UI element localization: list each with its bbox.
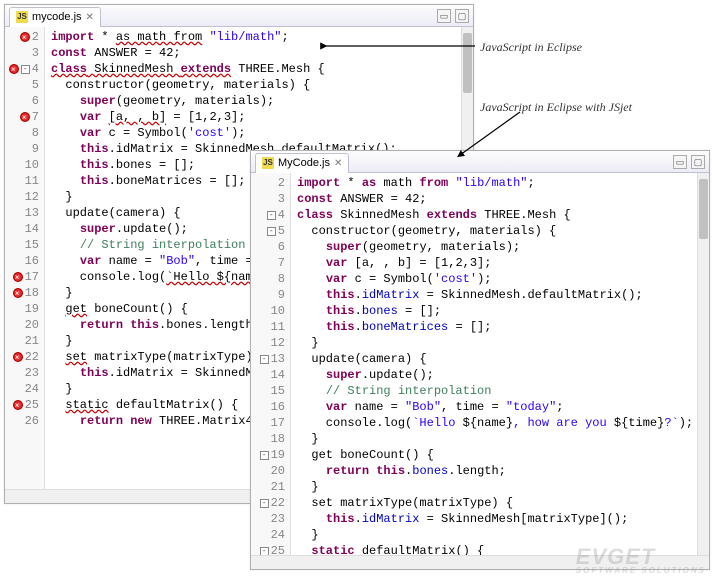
maximize-button[interactable]: ▢ <box>455 9 469 23</box>
titlebar: JS mycode.js ✕ ▭ ▢ <box>5 5 473 27</box>
fold-toggle[interactable]: - <box>267 227 276 236</box>
tab-label: mycode.js <box>32 11 82 23</box>
fold-toggle[interactable]: - <box>260 499 269 508</box>
fold-toggle[interactable]: - <box>260 451 269 460</box>
annotation-eclipse: JavaScript in Eclipse <box>480 40 582 55</box>
js-file-icon: JS <box>16 11 28 23</box>
line-gutter: 23-4567891011121314151617181920212223242… <box>5 27 45 489</box>
annotation-jsjet: JavaScript in Eclipse with JSjet <box>480 100 632 115</box>
minimize-button[interactable]: ▭ <box>673 155 687 169</box>
file-tab[interactable]: JS MyCode.js ✕ <box>255 153 349 173</box>
fold-toggle[interactable]: - <box>260 355 269 364</box>
watermark-subtext: SOFTWARE SOLUTIONS <box>576 566 706 575</box>
tab-label: MyCode.js <box>278 157 330 169</box>
close-icon[interactable]: ✕ <box>86 12 94 23</box>
watermark: EVGET SOFTWARE SOLUTIONS <box>576 544 706 575</box>
line-gutter: 23-4-56789101112-131415161718-192021-222… <box>251 173 291 555</box>
fold-toggle[interactable]: - <box>21 65 30 74</box>
titlebar: JS MyCode.js ✕ ▭ ▢ <box>251 151 709 173</box>
close-icon[interactable]: ✕ <box>334 158 342 169</box>
fold-toggle[interactable]: - <box>267 211 276 220</box>
maximize-button[interactable]: ▢ <box>691 155 705 169</box>
code-area[interactable]: 23-4-56789101112-131415161718-192021-222… <box>251 173 709 555</box>
minimize-button[interactable]: ▭ <box>437 9 451 23</box>
fold-toggle[interactable]: - <box>260 547 269 556</box>
editor-eclipse-jsjet: JS MyCode.js ✕ ▭ ▢ 23-4-56789101112-1314… <box>250 150 710 570</box>
scrollbar-vertical[interactable] <box>697 173 709 555</box>
file-tab[interactable]: JS mycode.js ✕ <box>9 7 101 27</box>
js-file-icon: JS <box>262 157 274 169</box>
code-text[interactable]: import * as math from "lib/math";const A… <box>291 173 709 555</box>
